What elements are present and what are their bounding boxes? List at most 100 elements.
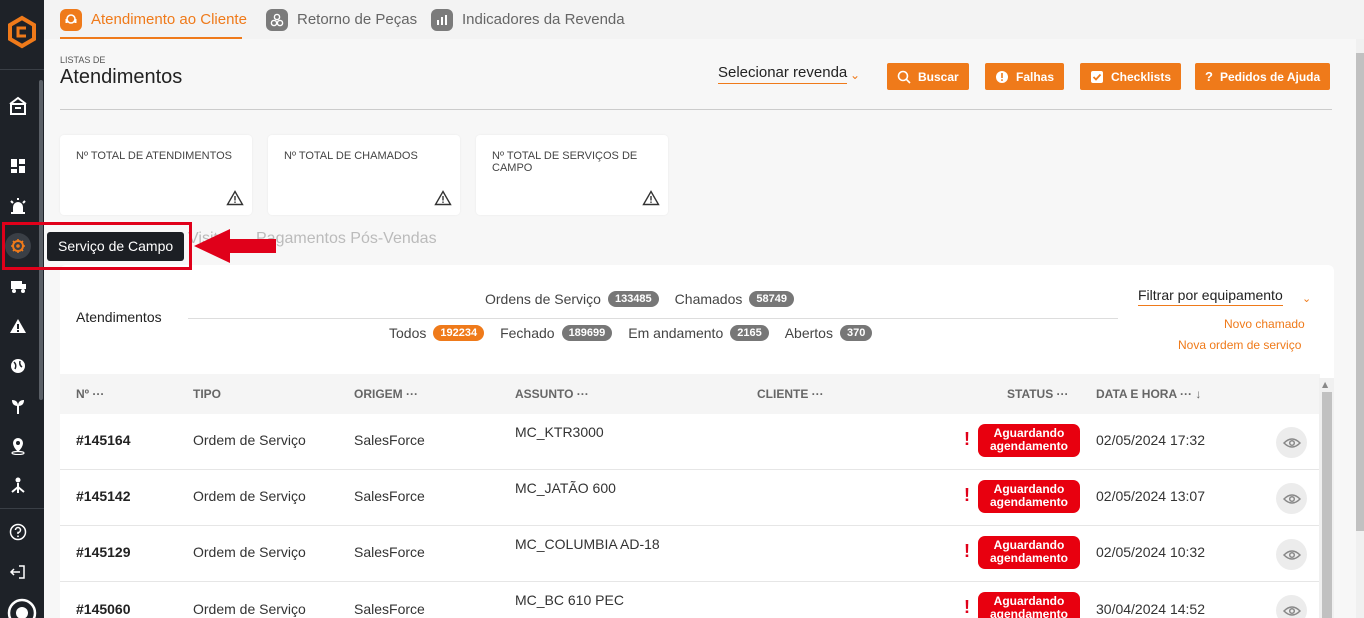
pedidos-de-ajuda-button[interactable]: ? Pedidos de Ajuda [1195, 63, 1331, 90]
table-row[interactable]: #145164 Ordem de Serviço SalesForce MC_K… [60, 414, 1320, 470]
table-row[interactable]: #145129 Ordem de Serviço SalesForce MC_C… [60, 526, 1320, 582]
plant-icon[interactable] [8, 396, 28, 416]
stat-card-chamados: Nº TOTAL DE CHAMADOS [268, 135, 460, 215]
warning-icon [642, 190, 660, 206]
page-scrollbar[interactable] [1356, 39, 1364, 618]
view-button[interactable] [1276, 427, 1307, 458]
status-filter-row: Todos 192234 Fechado 189699 Em andamento… [389, 325, 888, 341]
stat-label: Nº TOTAL DE ATENDIMENTOS [76, 150, 233, 162]
falhas-button[interactable]: Falhas [985, 63, 1065, 90]
warning-icon [434, 190, 452, 206]
table-header: Nº ··· TIPO ORIGEM ··· ASSUNTO ··· CLIEN… [60, 374, 1320, 414]
dashboard-icon[interactable] [8, 156, 28, 176]
chevron-down-icon[interactable]: ⌄ [850, 68, 860, 82]
alert-icon [995, 70, 1009, 84]
column-header-numero[interactable]: Nº ··· [76, 387, 104, 401]
help-icon[interactable] [8, 522, 28, 542]
row-numero: #145142 [76, 488, 131, 504]
buscar-button[interactable]: Buscar [887, 63, 969, 90]
row-origem: SalesForce [354, 601, 425, 617]
org-icon[interactable] [8, 476, 28, 496]
store-icon[interactable] [8, 96, 28, 116]
row-assunto: MC_COLUMBIA AD-18 [515, 536, 660, 552]
tab-retorno-de-pecas[interactable]: Retorno de Peças [266, 0, 417, 39]
tab-label: Atendimento ao Cliente [91, 11, 247, 28]
checkbox-icon [1090, 70, 1104, 84]
count-badge: 370 [839, 325, 873, 341]
eye-icon [1282, 605, 1301, 616]
status-line: Aguardando [993, 482, 1065, 496]
lists-label: LISTAS DE [60, 55, 106, 65]
status-badge: Aguardando agendamento [978, 592, 1080, 618]
globe-icon[interactable] [8, 356, 28, 376]
filtrar-equipamento-select[interactable]: Filtrar por equipamento [1138, 287, 1283, 306]
tab-atendimento-ao-cliente[interactable]: Atendimento ao Cliente [60, 0, 247, 39]
filter-em-andamento-label[interactable]: Em andamento [628, 325, 723, 341]
subtab-pagamentos-pos-vendas[interactable]: Pagamentos Pós-Vendas [256, 230, 437, 248]
status-line: Aguardando [993, 594, 1065, 608]
sidebar-divider [0, 69, 44, 70]
user-icon[interactable] [7, 598, 37, 618]
filter-abertos-label[interactable]: Abertos [785, 325, 833, 341]
chevron-down-icon[interactable]: ⌄ [1302, 292, 1311, 305]
logo-icon[interactable] [4, 14, 40, 50]
stat-label: Nº TOTAL DE SERVIÇOS DE CAMPO [492, 150, 638, 174]
search-icon [897, 70, 911, 84]
revenda-select[interactable]: Selecionar revenda [718, 64, 848, 84]
exclamation-icon: ! [964, 597, 970, 617]
row-data: 30/04/2024 14:52 [1096, 601, 1205, 617]
scroll-up-icon[interactable]: ▲ [1322, 380, 1328, 389]
table-scrollbar[interactable]: ▲ [1319, 378, 1334, 618]
stat-label: Nº TOTAL DE CHAMADOS [284, 150, 418, 162]
row-assunto: MC_BC 610 PEC [515, 592, 624, 608]
table-row[interactable]: #145060 Ordem de Serviço SalesForce MC_B… [60, 582, 1320, 618]
filter-todos-label[interactable]: Todos [389, 325, 426, 341]
row-numero: #145164 [76, 432, 131, 448]
status-badge: Aguardando agendamento [978, 424, 1080, 457]
status-line: agendamento [989, 439, 1068, 453]
column-header-status[interactable]: STATUS ··· [1007, 387, 1069, 401]
column-header-assunto[interactable]: ASSUNTO ··· [515, 387, 589, 401]
view-button[interactable] [1276, 483, 1307, 514]
row-data: 02/05/2024 10:32 [1096, 544, 1205, 560]
count-badge: 133485 [607, 291, 659, 307]
checklists-button[interactable]: Checklists [1080, 63, 1182, 90]
view-button[interactable] [1276, 539, 1307, 570]
filter-ordens-label[interactable]: Ordens de Serviço [485, 291, 601, 307]
table-row[interactable]: #145142 Ordem de Serviço SalesForce MC_J… [60, 470, 1320, 526]
parts-icon [266, 8, 288, 31]
checklists-label: Checklists [1111, 69, 1172, 84]
exclamation-icon: ! [964, 485, 970, 505]
row-origem: SalesForce [354, 544, 425, 560]
filter-chamados-label[interactable]: Chamados [675, 291, 743, 307]
logout-icon[interactable] [8, 562, 28, 582]
row-assunto: MC_JATÃO 600 [515, 480, 616, 496]
column-header-cliente[interactable]: CLIENTE ··· [757, 387, 824, 401]
scrollbar-thumb[interactable] [1356, 53, 1364, 531]
column-header-data[interactable]: DATA E HORA ··· ↓ [1096, 387, 1201, 401]
count-badge: 58749 [749, 291, 794, 307]
novo-chamado-link[interactable]: Novo chamado [1224, 317, 1305, 331]
type-filter-row: Ordens de Serviço 133485 Chamados 58749 [485, 291, 810, 307]
row-assunto: MC_KTR3000 [515, 424, 604, 440]
filter-fechado-label[interactable]: Fechado [500, 325, 554, 341]
sidebar-divider [0, 508, 44, 509]
column-header-tipo[interactable]: TIPO [193, 387, 221, 401]
panel-divider [188, 318, 1118, 319]
tab-indicadores-da-revenda[interactable]: Indicadores da Revenda [431, 0, 625, 39]
eye-icon [1282, 437, 1301, 448]
row-numero: #145129 [76, 544, 131, 560]
location-icon[interactable] [8, 436, 28, 456]
scrollbar-thumb[interactable] [1322, 392, 1332, 618]
stat-card-servicos-de-campo: Nº TOTAL DE SERVIÇOS DE CAMPO [476, 135, 668, 215]
pedidos-label: Pedidos de Ajuda [1219, 69, 1321, 84]
view-button[interactable] [1276, 595, 1307, 618]
question-icon: ? [1205, 69, 1213, 84]
column-header-origem[interactable]: ORIGEM ··· [354, 387, 418, 401]
warning-icon[interactable] [8, 316, 28, 336]
row-tipo: Ordem de Serviço [193, 488, 306, 504]
truck-icon[interactable] [8, 276, 28, 296]
alarm-icon[interactable] [8, 196, 28, 216]
panel-title: Atendimentos [76, 309, 162, 325]
nova-ordem-link[interactable]: Nova ordem de serviço [1178, 338, 1301, 352]
